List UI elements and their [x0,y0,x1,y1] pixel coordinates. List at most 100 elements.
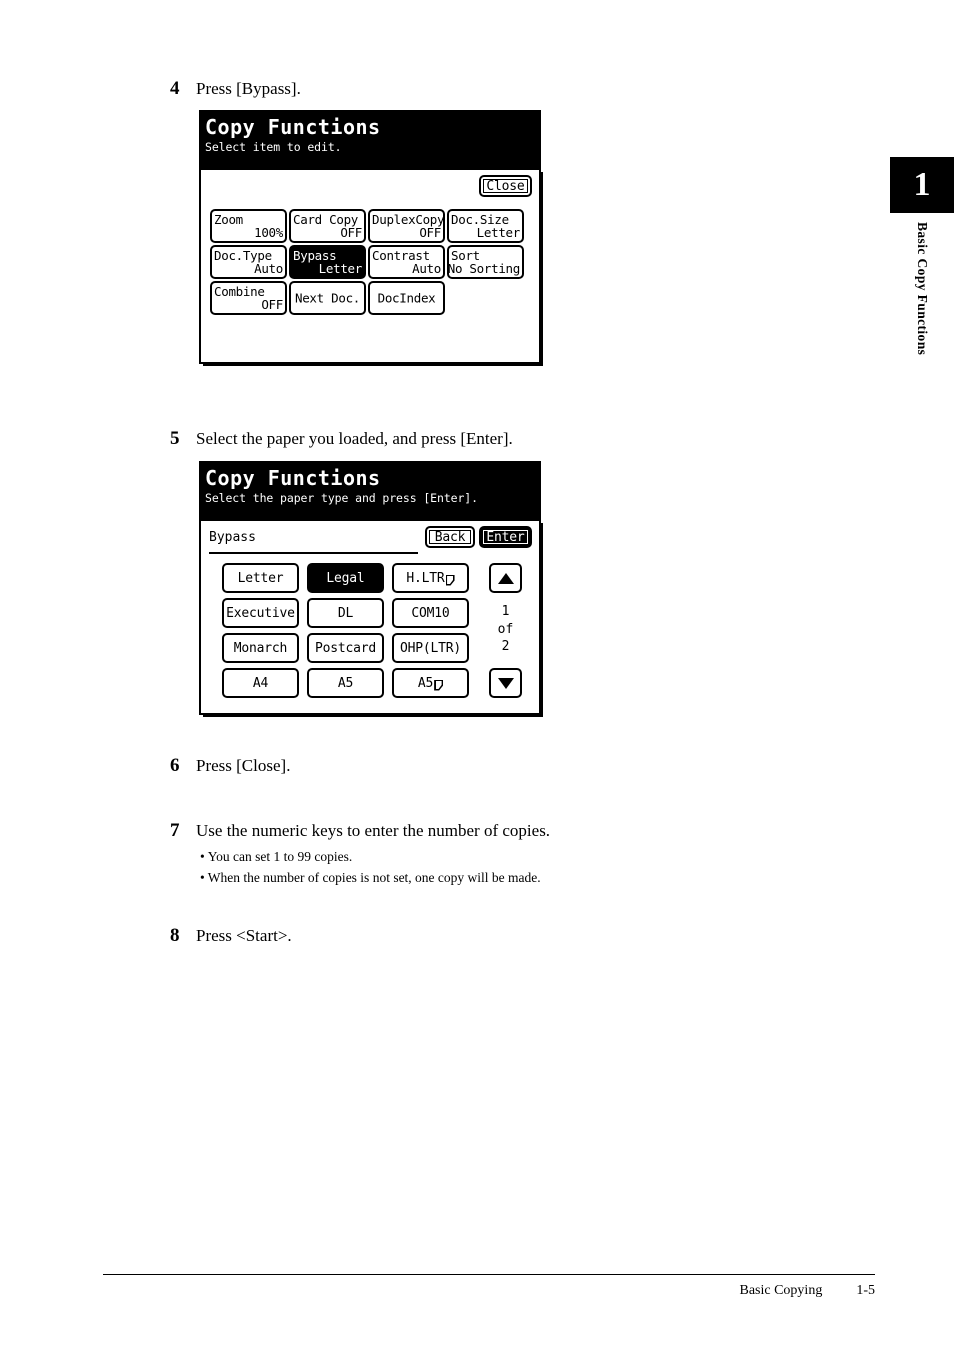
function-key-zoom[interactable]: Zoom 100% [210,209,287,243]
bypass-field-label: Bypass [209,530,256,545]
step-5-number: 5 [170,428,180,449]
card-copy-key-value: OFF [340,224,362,240]
paper-key-half-letter-landscape[interactable]: H.LTR [392,563,469,593]
page-counter-total: 2 [501,639,510,655]
back-button-label: Back [429,530,471,545]
paper-key-monarch-label: Monarch [233,640,288,656]
step-8-number: 8 [170,925,180,946]
step-7-notes: • You can set 1 to 99 copies. • When the n… [200,847,541,888]
doc-size-key-value: Letter [476,224,521,240]
paper-key-a4-label: A4 [252,675,269,691]
back-button[interactable]: Back [425,526,475,548]
combine-key-name: Combine [214,284,265,299]
page-counter: 1 of 2 [489,603,522,656]
step-6-text: Press [Close]. [196,756,291,775]
paper-key-com10-label: COM10 [411,605,450,621]
step-4-text: Press [Bypass]. [196,79,301,98]
paper-key-letter[interactable]: Letter [222,563,299,593]
lcd2-subtitle: Select the paper type and press [Enter]. [205,491,478,505]
close-button[interactable]: Close [479,175,532,197]
enter-button[interactable]: Enter [479,526,532,548]
paper-key-a5-landscape-label: A5 [417,675,434,691]
function-key-sort[interactable]: Sort No Sorting [447,245,524,279]
paper-key-postcard-label: Postcard [314,640,376,656]
function-key-doc-size[interactable]: Doc.Size Letter [447,209,524,243]
landscape-paper-icon [445,574,455,586]
step-6-number: 6 [170,755,180,776]
close-button-label: Close [483,179,528,194]
lcd1-body: Close Zoom 100% Card Copy OFF DuplexCopy… [199,168,543,366]
chapter-title-vertical: Basic Copy Functions [890,222,954,482]
contrast-key-value: Auto [412,260,441,276]
paper-key-dl-label: DL [337,605,354,621]
footer-divider [103,1274,875,1275]
lcd1-header: Copy Functions Select item to edit. [199,110,541,168]
paper-key-a4[interactable]: A4 [222,668,299,698]
bullet-dot-icon: • [200,869,205,885]
chapter-number: 1 [913,166,931,203]
next-doc-key-label: Next Doc. [294,290,361,306]
paper-key-ohp-letter-label: OHP(LTR) [399,640,461,656]
sort-key-value: No Sorting [447,260,520,276]
paper-key-com10[interactable]: COM10 [392,598,469,628]
page-counter-of: of [497,621,514,637]
lcd-panel-paper-type: Copy Functions Select the paper type and… [199,461,543,717]
paper-key-executive[interactable]: Executive [222,598,299,628]
step-7: 7 Use the numeric keys to enter the numb… [170,820,550,842]
function-key-contrast[interactable]: Contrast Auto [368,245,445,279]
chapter-number-tab: 1 [890,157,954,213]
landscape-paper-icon [434,679,444,691]
triangle-down-icon [497,677,514,689]
function-key-next-doc[interactable]: Next Doc. [289,281,366,315]
lcd1-subtitle: Select item to edit. [205,140,342,154]
paper-key-a5-label: A5 [337,675,354,691]
paper-key-legal-label: Legal [326,570,365,586]
footer-section: Basic Copying [739,1283,823,1298]
paper-key-legal[interactable]: Legal [307,563,384,593]
paper-key-postcard[interactable]: Postcard [307,633,384,663]
lcd-panel-copy-functions: Copy Functions Select item to edit. Clos… [199,110,543,366]
step-7-note-1: • You can set 1 to 99 copies. [200,847,541,868]
function-key-duplex-copy[interactable]: DuplexCopy OFF [368,209,445,243]
duplex-copy-key-value: OFF [419,224,441,240]
paper-key-a5-landscape[interactable]: A5 [392,668,469,698]
step-5: 5 Select the paper you loaded, and press… [170,428,513,450]
paper-key-executive-label: Executive [226,605,295,621]
scroll-down-button[interactable] [489,668,522,698]
step-8-text: Press <Start>. [196,926,292,945]
paper-key-a5[interactable]: A5 [307,668,384,698]
doc-type-key-value: Auto [254,260,283,276]
step-7-number: 7 [170,820,180,841]
chapter-title-text: Basic Copy Functions [915,222,930,356]
page-counter-current: 1 [501,604,510,619]
footer-page-number: 1-5 [856,1283,875,1298]
footer: Basic Copying 1-5 [103,1283,875,1299]
enter-button-label: Enter [483,530,528,545]
bypass-key-value: Letter [318,260,363,276]
manual-page: 1 Basic Copy Functions 4 Press [Bypass].… [0,0,954,1348]
lcd2-title: Copy Functions [205,466,381,490]
step-4-number: 4 [170,78,180,99]
combine-key-value: OFF [261,296,283,312]
step-8: 8 Press <Start>. [170,925,292,947]
paper-key-ohp-letter[interactable]: OHP(LTR) [392,633,469,663]
step-6: 6 Press [Close]. [170,755,290,777]
step-4: 4 Press [Bypass]. [170,78,301,100]
lcd2-body: Bypass Back Enter Letter Legal H.LTR Exe… [199,519,543,717]
paper-key-monarch[interactable]: Monarch [222,633,299,663]
triangle-up-icon [497,572,514,584]
function-key-doc-type[interactable]: Doc.Type Auto [210,245,287,279]
paper-key-dl[interactable]: DL [307,598,384,628]
function-key-combine[interactable]: Combine OFF [210,281,287,315]
zoom-key-value: 100% [254,224,283,240]
step-7-note-1-text: You can set 1 to 99 copies. [207,849,353,864]
bypass-field-underline [209,552,418,554]
bullet-dot-icon: • [200,849,205,864]
step-7-text: Use the numeric keys to enter the number… [196,821,551,840]
lcd1-title: Copy Functions [205,115,381,139]
function-key-bypass[interactable]: Bypass Letter [289,245,366,279]
function-key-card-copy[interactable]: Card Copy OFF [289,209,366,243]
step-7-note-2: • When the number of copies is not set, o… [200,868,541,889]
scroll-up-button[interactable] [489,563,522,593]
function-key-doc-index[interactable]: DocIndex [368,281,445,315]
